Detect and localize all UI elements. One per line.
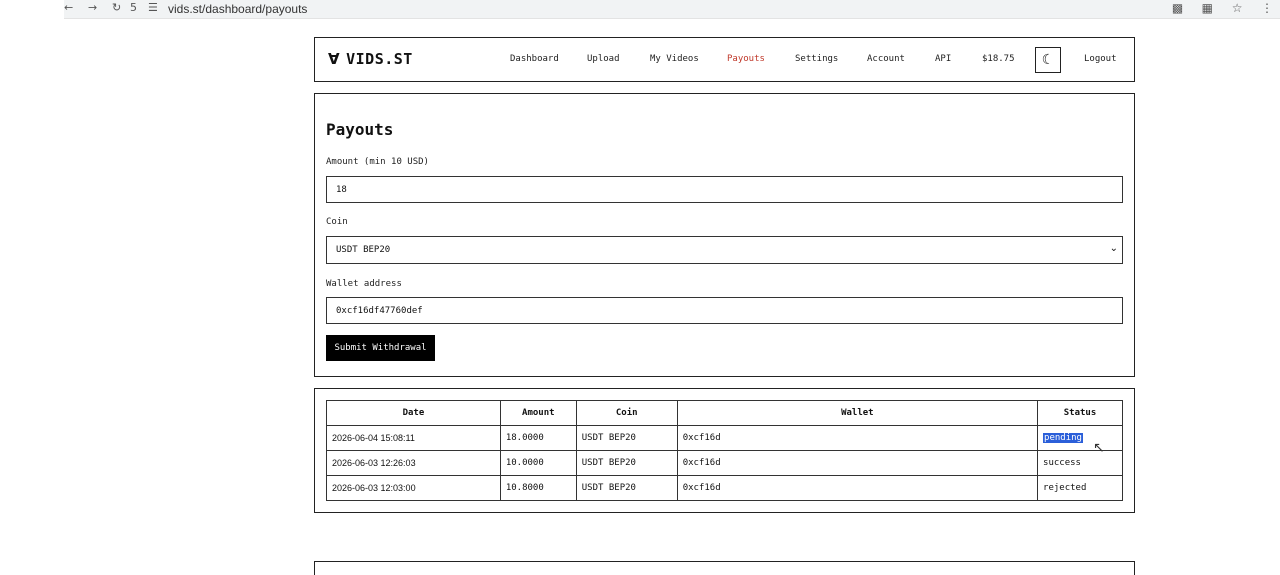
col-wallet: Wallet [676, 400, 1039, 426]
cell-status: pending [1037, 425, 1123, 451]
translate-icon[interactable]: ▦ [1194, 1, 1220, 15]
table-row: 2026-06-03 12:26:03 10.0000 USDT BEP20 0… [326, 450, 1123, 476]
amount-label: Amount (min 10 USD) [326, 157, 429, 167]
chevron-down-icon: ⌄ [1109, 243, 1118, 254]
cell-status: success [1037, 450, 1123, 476]
cell-wallet: 0xcf16d [676, 450, 1039, 476]
nav-settings[interactable]: Settings [795, 54, 838, 64]
browser-chrome: ← → ↻ 5 ☰ vids.st/dashboard/payouts ▩ ▦ … [0, 0, 1280, 19]
mouse-cursor-icon: ↖ [1093, 440, 1105, 456]
menu-icon[interactable]: ⋮ [1254, 1, 1280, 15]
logout-link[interactable]: Logout [1084, 54, 1117, 64]
cell-date: 2026-06-04 15:08:11 [326, 425, 501, 451]
coin-selected-value: USDT BEP20 [336, 245, 391, 255]
cell-amount: 18.0000 [499, 425, 577, 451]
payout-form-panel: Payouts Amount (min 10 USD) 18 Coin USDT… [314, 93, 1135, 377]
back-icon[interactable]: ← [64, 1, 73, 14]
next-panel [314, 561, 1135, 575]
cell-coin: USDT BEP20 [575, 425, 678, 451]
balance-display: $18.75 [982, 54, 1015, 64]
reload-icon[interactable]: ↻ [112, 1, 121, 14]
nav-upload[interactable]: Upload [587, 54, 620, 64]
status-badge: pending [1043, 433, 1083, 443]
bookmark-star-icon[interactable]: ☆ [1224, 1, 1250, 15]
col-date: Date [326, 400, 501, 426]
moon-icon: ☾ [1041, 52, 1055, 68]
amount-value: 18 [336, 185, 347, 195]
tab-count: 5 [130, 1, 137, 14]
dark-mode-toggle[interactable]: ☾ [1035, 47, 1061, 73]
forward-icon[interactable]: → [88, 1, 97, 14]
page-title: Payouts [326, 120, 394, 139]
submit-withdrawal-button[interactable]: Submit Withdrawal [326, 335, 435, 361]
payout-history-panel: Date Amount Coin Wallet Status 2026-06-0… [314, 388, 1135, 513]
site-settings-icon[interactable]: ☰ [148, 1, 158, 14]
site-header: Ɐ VIDS.ST Dashboard Upload My Videos Payo… [314, 37, 1135, 82]
table-row: 2026-06-03 12:03:00 10.8000 USDT BEP20 0… [326, 475, 1123, 501]
nav-my-videos[interactable]: My Videos [650, 54, 699, 64]
amount-input[interactable]: 18 [326, 176, 1123, 203]
cell-wallet: 0xcf16d [676, 475, 1039, 501]
cell-wallet: 0xcf16d [676, 425, 1039, 451]
browser-toolbar: ← → ↻ 5 ☰ vids.st/dashboard/payouts ▩ ▦ … [64, 0, 1280, 19]
table-row: 2026-06-04 15:08:11 18.0000 USDT BEP20 0… [326, 425, 1123, 451]
logo-icon: Ɐ [328, 50, 341, 68]
logo-text: VIDS.ST [346, 50, 413, 68]
col-amount: Amount [499, 400, 577, 426]
wallet-input[interactable]: 0xcf16df47760def [326, 297, 1123, 324]
wallet-value: 0xcf16df47760def [336, 306, 423, 316]
install-icon[interactable]: ▩ [1165, 1, 1191, 15]
col-coin: Coin [575, 400, 678, 426]
table-header-row: Date Amount Coin Wallet Status [326, 400, 1123, 426]
nav-dashboard[interactable]: Dashboard [510, 54, 559, 64]
nav-api[interactable]: API [935, 54, 951, 64]
cell-status: rejected [1037, 475, 1123, 501]
nav-account[interactable]: Account [867, 54, 905, 64]
payout-history-table: Date Amount Coin Wallet Status 2026-06-0… [326, 400, 1123, 501]
col-status: Status [1037, 400, 1123, 426]
cell-date: 2026-06-03 12:26:03 [326, 450, 501, 476]
site-logo[interactable]: Ɐ VIDS.ST [328, 50, 413, 68]
browser-actions: ▩ ▦ ☆ ⋮ [1165, 1, 1280, 15]
coin-label: Coin [326, 217, 348, 227]
cell-amount: 10.8000 [499, 475, 577, 501]
cell-coin: USDT BEP20 [575, 450, 678, 476]
address-bar[interactable]: vids.st/dashboard/payouts [168, 2, 307, 16]
cell-coin: USDT BEP20 [575, 475, 678, 501]
wallet-label: Wallet address [326, 279, 402, 289]
nav-payouts[interactable]: Payouts [727, 54, 765, 64]
coin-select[interactable]: USDT BEP20 ⌄ [326, 236, 1123, 264]
cell-date: 2026-06-03 12:03:00 [326, 475, 501, 501]
cell-amount: 10.0000 [499, 450, 577, 476]
